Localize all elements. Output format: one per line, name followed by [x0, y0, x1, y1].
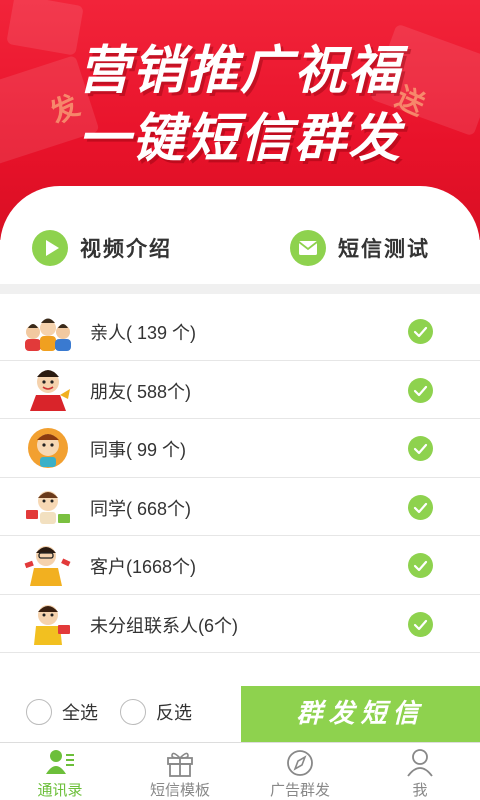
group-label: 亲人( 139 个) [90, 323, 197, 343]
group-label: 同事( 99 个) [90, 440, 187, 460]
select-all-radio[interactable] [26, 699, 52, 725]
group-row-ungrouped[interactable]: 未分组联系人(6个) [0, 595, 480, 653]
sms-test-button[interactable]: 短信测试 [290, 230, 430, 266]
bottom-tab-bar: 通讯录 短信模板 广告群发 我 [0, 742, 480, 800]
group-label: 朋友( 588个) [90, 381, 192, 402]
user-icon [407, 749, 433, 777]
contacts-icon [46, 750, 74, 774]
customer-avatar-icon [24, 546, 71, 586]
sms-test-label: 短信测试 [338, 236, 430, 261]
tab-sms-templates[interactable]: 短信模板 [120, 743, 240, 800]
tab-me[interactable]: 我 [360, 743, 480, 800]
group-row-colleagues[interactable]: 同事( 99 个) [0, 419, 480, 478]
compass-icon [287, 750, 313, 776]
group-row-classmates[interactable]: 同学( 668个) [0, 478, 480, 536]
check-icon[interactable] [408, 494, 433, 520]
friend-avatar-icon [30, 369, 70, 411]
tab-label: 我 [412, 781, 428, 799]
group-row-customers[interactable]: 客户(1668个) [0, 536, 480, 595]
check-icon[interactable] [408, 436, 433, 461]
check-icon[interactable] [408, 377, 433, 403]
check-icon[interactable] [408, 319, 433, 344]
video-intro-button[interactable]: 视频介绍 [32, 230, 172, 266]
invert-selection-label: 反选 [156, 703, 192, 724]
banner-title-line1: 营销推广祝福 [77, 41, 402, 101]
group-label: 客户(1668个) [90, 557, 197, 577]
invert-selection-radio[interactable] [120, 699, 146, 725]
ungrouped-avatar-icon [34, 604, 70, 645]
tab-label: 广告群发 [269, 781, 330, 799]
mail-icon [290, 230, 326, 266]
section-divider [0, 284, 480, 294]
tab-label: 通讯录 [37, 781, 83, 799]
gift-icon [167, 752, 193, 777]
banner-title-line2: 一键短信群发 [77, 109, 402, 169]
group-row-friends[interactable]: 朋友( 588个) [0, 361, 480, 419]
colleague-avatar-icon [28, 428, 68, 468]
invert-selection-option[interactable]: 反选 [120, 698, 192, 726]
mass-send-button[interactable]: 群发短信 [241, 686, 480, 742]
tab-contacts[interactable]: 通讯录 [0, 743, 120, 800]
quick-actions: 视频介绍 短信测试 [0, 214, 480, 284]
family-avatar-icon [25, 318, 71, 351]
check-icon[interactable] [408, 611, 433, 637]
selection-bar: 全选 反选 群发短信 [0, 686, 480, 742]
check-icon[interactable] [408, 553, 433, 578]
select-all-option[interactable]: 全选 [26, 698, 98, 726]
tab-label: 短信模板 [149, 781, 210, 799]
video-intro-label: 视频介绍 [80, 236, 172, 261]
group-label: 同学( 668个) [90, 498, 192, 519]
group-row-family[interactable]: 亲人( 139 个) [0, 302, 480, 361]
classmate-avatar-icon [26, 490, 70, 524]
play-icon [32, 230, 68, 266]
tab-ad-broadcast[interactable]: 广告群发 [240, 743, 360, 800]
select-all-label: 全选 [62, 703, 98, 724]
group-label: 未分组联系人(6个) [90, 615, 238, 636]
contact-group-list: 亲人( 139 个) 朋友( 588个) 同事( 99 个) 同学(668个)… [0, 302, 480, 653]
